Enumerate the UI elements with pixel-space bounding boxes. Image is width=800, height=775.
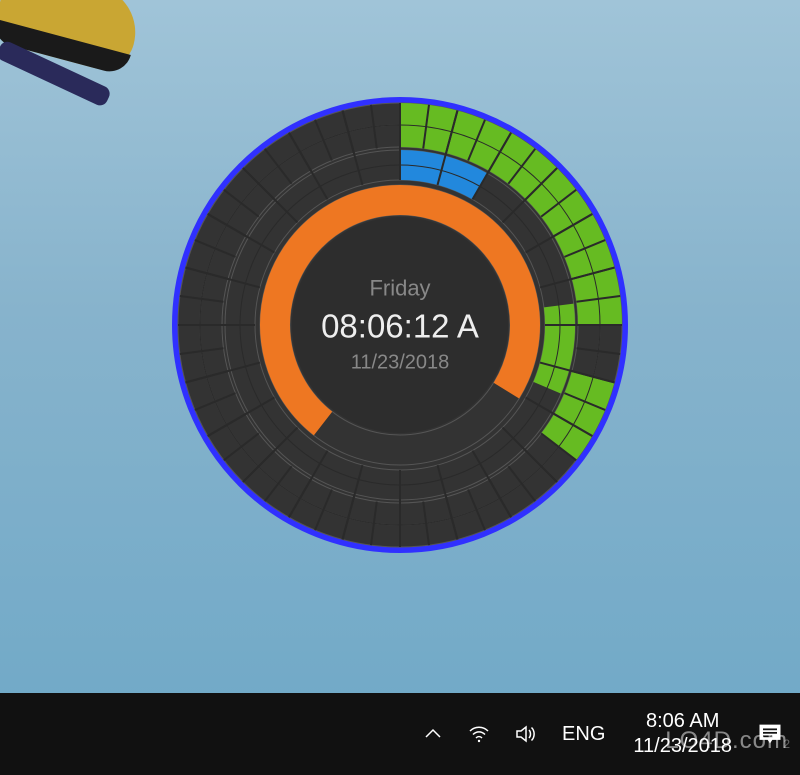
wifi-icon [467,722,491,746]
speaker-icon [513,722,537,746]
taskbar-time: 8:06 AM [633,709,732,734]
clock-widget[interactable]: Friday 08:06:12 A 11/23/2018 [170,95,630,555]
taskbar: ENG 8:06 AM 11/23/2018 2 [0,693,800,775]
notification-count: 2 [783,737,790,751]
clock-rings [170,95,630,555]
language-indicator[interactable]: ENG [552,723,615,746]
taskbar-date: 11/23/2018 [633,734,732,759]
volume-control[interactable] [506,715,544,753]
action-center[interactable]: 2 [750,714,790,754]
wallpaper-detail [0,0,193,193]
notification-icon [756,720,784,748]
show-hidden-icons[interactable] [414,715,452,753]
taskbar-clock[interactable]: 8:06 AM 11/23/2018 [623,709,742,759]
chevron-up-icon [421,722,445,746]
desktop-wallpaper: Friday 08:06:12 A 11/23/2018 [0,0,800,775]
network-wifi[interactable] [460,715,498,753]
